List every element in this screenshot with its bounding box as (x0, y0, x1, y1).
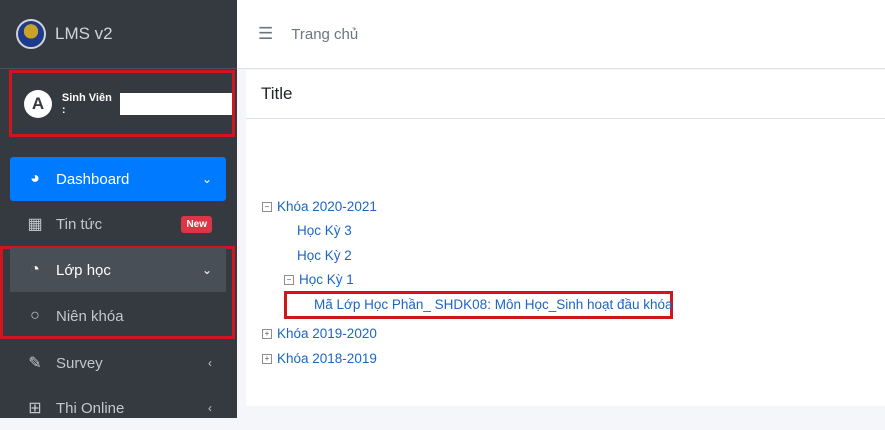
tree-node-khoa-2019-2020[interactable]: + Khóa 2019-2020 (262, 326, 377, 341)
tree-node-label[interactable]: Khóa 2020-2021 (277, 199, 377, 214)
tree-node-label[interactable]: Học Kỳ 3 (297, 223, 352, 238)
tree-node-label[interactable]: Học Kỳ 2 (297, 248, 352, 263)
expand-icon[interactable]: + (262, 353, 272, 364)
tree-node-label[interactable]: Mã Lớp Học Phần_ SHDK08: Môn Học_Sinh ho… (314, 297, 673, 312)
circle-icon: ○ (30, 307, 40, 324)
sidebar-item-label: Dashboard (56, 170, 130, 188)
chevron-left-icon: ‹ (208, 356, 212, 370)
card-header: Title (246, 70, 885, 119)
collapse-icon[interactable]: − (262, 201, 272, 212)
new-badge: New (181, 215, 212, 233)
table-icon: ⊞ (28, 400, 42, 417)
user-panel: A Sinh Viên : (9, 70, 235, 137)
user-name-redacted (120, 92, 232, 115)
sidebar-item-label: Tin tức (56, 215, 103, 233)
breadcrumb[interactable]: Trang chủ (291, 26, 358, 43)
brand-link[interactable]: LMS v2 (0, 0, 237, 69)
sidebar-item-dashboard[interactable]: ◕ Dashboard ⌄ (10, 157, 226, 201)
edit-icon: ✎ (28, 355, 42, 372)
tree-node-khoa-2020-2021[interactable]: − Khóa 2020-2021 (262, 199, 377, 214)
page-title: Title (261, 84, 293, 103)
sidebar-item-label: Thi Online (56, 399, 125, 417)
sidebar-item-thi-online[interactable]: ⊞ Thi Online ‹ (10, 386, 226, 430)
user-label: Sinh Viên : (61, 91, 112, 116)
chevron-down-icon: ⌄ (201, 263, 212, 277)
collapse-icon[interactable]: − (284, 274, 294, 285)
hamburger-icon[interactable]: ☰ (258, 24, 273, 44)
tree-node-khoa-2018-2019[interactable]: + Khóa 2018-2019 (262, 351, 377, 366)
chevron-down-icon: ⌄ (201, 172, 212, 186)
pie-chart-icon: ◔ (30, 261, 40, 278)
avatar[interactable]: A (24, 89, 52, 118)
sidebar-item-label: Lớp học (56, 261, 111, 279)
sidebar: LMS v2 A Sinh Viên : ◕ Dashboard ⌄ ▦ Tin… (0, 0, 237, 418)
tree-node-hoc-ky-1[interactable]: − Học Kỳ 1 (284, 272, 354, 287)
sidebar-item-label: Survey (56, 354, 103, 372)
tree-node-course-shdk08[interactable]: Mã Lớp Học Phần_ SHDK08: Môn Học_Sinh ho… (314, 297, 673, 312)
lms-logo-icon (16, 19, 46, 49)
top-navbar: ☰ Trang chủ (237, 0, 885, 69)
sidebar-item-tin-tuc[interactable]: ▦ Tin tức New (10, 202, 226, 246)
tree-node-label[interactable]: Học Kỳ 1 (299, 272, 354, 287)
sidebar-item-nien-khoa[interactable]: ○ Niên khóa (10, 294, 226, 338)
tree-node-label[interactable]: Khóa 2018-2019 (277, 351, 377, 366)
tree-node-hoc-ky-2[interactable]: Học Kỳ 2 (297, 248, 352, 263)
tree-node-label[interactable]: Khóa 2019-2020 (277, 326, 377, 341)
sidebar-item-label: Niên khóa (56, 307, 124, 325)
sidebar-item-lop-hoc[interactable]: ◔ Lớp học ⌄ (10, 248, 226, 292)
brand-text: LMS v2 (55, 24, 113, 43)
tree-node-hoc-ky-3[interactable]: Học Kỳ 3 (297, 223, 352, 238)
expand-icon[interactable]: + (262, 328, 272, 339)
chevron-left-icon: ‹ (208, 401, 212, 415)
grid-icon: ▦ (27, 216, 43, 233)
dashboard-icon: ◕ (30, 170, 40, 187)
sidebar-item-survey[interactable]: ✎ Survey ‹ (10, 341, 226, 385)
